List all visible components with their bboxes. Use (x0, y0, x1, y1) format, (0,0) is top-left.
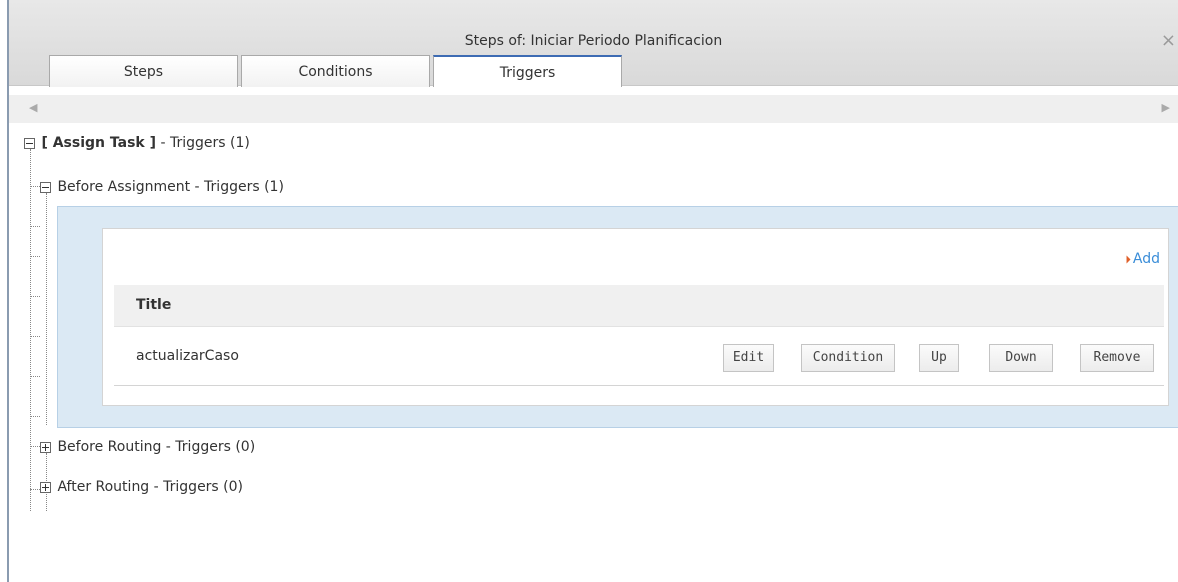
expand-icon[interactable] (40, 481, 51, 493)
triggers-dialog: Steps of: Iniciar Periodo Planificacion … (7, 0, 1178, 582)
tree-node-assign-task[interactable]: [ Assign Task ] - Triggers (1) (24, 135, 250, 151)
remove-button[interactable]: Remove (1080, 344, 1154, 372)
tree-connector-line (30, 186, 40, 187)
scroll-left-icon[interactable]: ◀ (29, 101, 37, 114)
tree-node-after-routing[interactable]: After Routing - Triggers (0) (40, 479, 243, 495)
tree-connector-line (30, 446, 40, 447)
dialog-title: Steps of: Iniciar Periodo Planificacion (464, 33, 723, 49)
condition-button[interactable]: Condition (801, 344, 895, 372)
triggers-tree: [ Assign Task ] - Triggers (1) Before As… (9, 123, 1178, 582)
scroll-right-icon[interactable]: ▶ (1162, 101, 1170, 114)
tree-connector-line (30, 149, 31, 511)
up-button[interactable]: Up (919, 344, 959, 372)
triggers-grid: ⏵ Add Title actualizarCaso Edit Condition… (102, 228, 1169, 406)
add-arrow-icon: ⏵ (1125, 253, 1131, 266)
tree-connector-line (30, 296, 40, 297)
collapse-icon[interactable] (40, 181, 51, 193)
column-title-header[interactable]: Title (136, 297, 171, 313)
tab-bar: Steps Conditions Triggers (49, 55, 625, 87)
tree-connector-line (30, 256, 40, 257)
grid-header: Title (114, 285, 1164, 327)
close-icon[interactable]: × (1161, 30, 1176, 51)
tab-steps[interactable]: Steps (49, 55, 238, 87)
tree-node-assign-task-bold: [ Assign Task ] (41, 135, 156, 151)
down-button[interactable]: Down (989, 344, 1053, 372)
before-assignment-panel: ⏵ Add Title actualizarCaso Edit Condition… (57, 206, 1178, 428)
tree-connector-line (46, 193, 47, 425)
tree-connector-line (30, 489, 40, 490)
add-trigger-link[interactable]: ⏵ Add (1125, 251, 1160, 267)
tree-node-before-routing-label: Before Routing - Triggers (0) (57, 439, 256, 455)
tree-node-after-routing-label: After Routing - Triggers (0) (57, 479, 244, 495)
dialog-titlebar: Steps of: Iniciar Periodo Planificacion … (9, 0, 1178, 87)
edit-button[interactable]: Edit (723, 344, 774, 372)
add-trigger-label: Add (1132, 251, 1160, 267)
tree-connector-line (30, 376, 40, 377)
tree-node-before-assignment-label: Before Assignment - Triggers (1) (57, 179, 284, 195)
tree-connector-line (30, 226, 40, 227)
tree-node-before-routing[interactable]: Before Routing - Triggers (0) (40, 439, 255, 455)
expand-icon[interactable] (40, 441, 51, 453)
tree-connector-line (30, 416, 40, 417)
tab-conditions[interactable]: Conditions (241, 55, 430, 87)
tree-node-assign-task-label: - Triggers (1) (156, 135, 250, 151)
table-row[interactable]: actualizarCaso Edit Condition Up Down Re… (114, 328, 1164, 386)
tree-connector-line (30, 336, 40, 337)
tab-triggers[interactable]: Triggers (433, 55, 622, 87)
trigger-title: actualizarCaso (136, 348, 239, 364)
collapse-icon[interactable] (24, 137, 35, 149)
tree-node-before-assignment[interactable]: Before Assignment - Triggers (1) (40, 179, 284, 195)
horizontal-scrollbar[interactable]: ◀ ▶ (9, 95, 1178, 123)
